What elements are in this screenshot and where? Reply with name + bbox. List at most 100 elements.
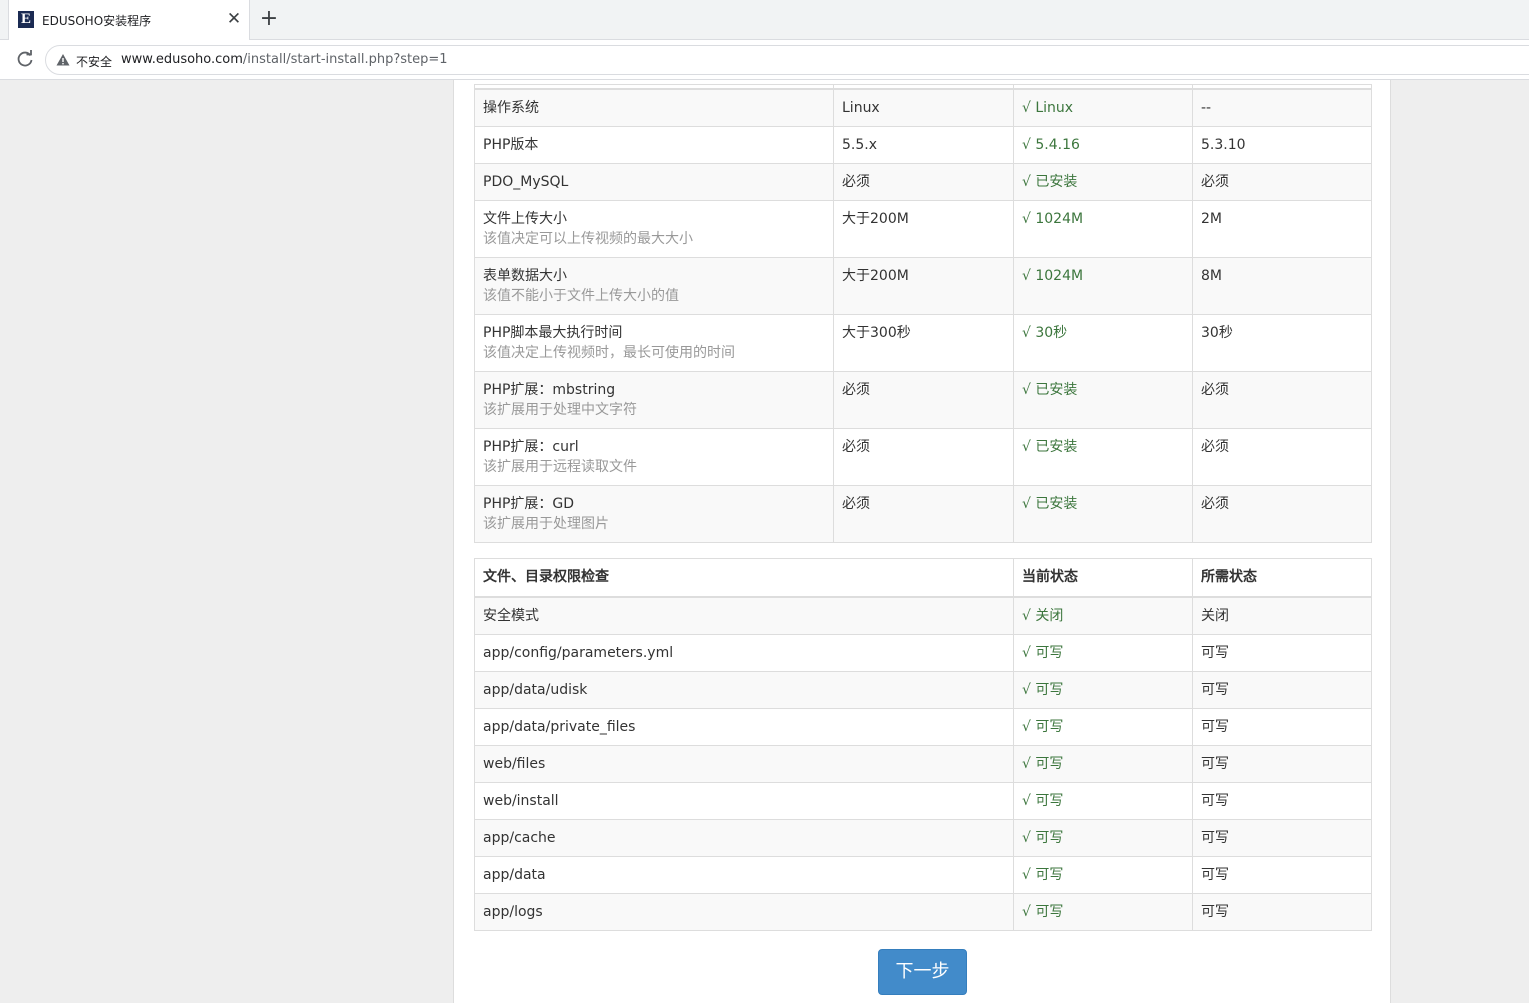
check-item-cell: 表单数据大小该值不能小于文件上传大小的值 bbox=[474, 256, 834, 315]
current-status: √ 可写 bbox=[1013, 781, 1193, 820]
check-item-name: PHP扩展：mbstring bbox=[483, 381, 616, 398]
recommended-value: 必须 bbox=[833, 484, 1014, 543]
table-row: app/config/parameters.yml √ 可写 可写 bbox=[474, 633, 1372, 672]
url-host: www.edusoho.com bbox=[121, 52, 243, 67]
required-value: 5.3.10 bbox=[1192, 125, 1372, 164]
required-status: 可写 bbox=[1192, 818, 1372, 857]
recommended-value: 大于200M bbox=[833, 199, 1014, 258]
permission-path: app/data/udisk bbox=[474, 670, 1014, 709]
required-status: 关闭 bbox=[1192, 596, 1372, 635]
warning-icon[interactable] bbox=[56, 53, 70, 67]
table-row: web/install √ 可写 可写 bbox=[474, 781, 1372, 820]
permission-path: app/config/parameters.yml bbox=[474, 633, 1014, 672]
column-header-current: 当前状态 bbox=[1013, 558, 1193, 598]
check-item-cell: PHP扩展：mbstring 该扩展用于处理中文字符 bbox=[474, 370, 834, 429]
current-status: √ 可写 bbox=[1013, 855, 1193, 894]
new-tab-icon[interactable]: + bbox=[258, 8, 280, 31]
table-row: app/data √ 可写 可写 bbox=[474, 855, 1372, 894]
required-status: 可写 bbox=[1192, 707, 1372, 746]
current-status: √ 已安装 bbox=[1013, 370, 1193, 429]
column-header-required: 所需状态 bbox=[1192, 558, 1372, 598]
browser-toolbar: 不安全 www.edusoho.com/install/start-instal… bbox=[0, 40, 1529, 80]
required-value: 必须 bbox=[1192, 162, 1372, 201]
permission-check-table: 文件、目录权限检查 当前状态 所需状态 安全模式 √ 关闭 关闭 app/config… bbox=[474, 558, 1372, 931]
current-status: √ 可写 bbox=[1013, 633, 1193, 672]
check-item-name: PHP脚本最大执行时间 bbox=[483, 324, 623, 341]
permission-path: app/data bbox=[474, 855, 1014, 894]
current-status: √ 可写 bbox=[1013, 707, 1193, 746]
recommended-value: 必须 bbox=[833, 427, 1014, 486]
current-status: √ 1024M bbox=[1013, 256, 1193, 315]
table-row: web/files √ 可写 可写 bbox=[474, 744, 1372, 783]
check-item-name: 操作系统 bbox=[483, 99, 539, 116]
required-value: 8M bbox=[1192, 256, 1372, 315]
table-row: app/data/private_files √ 可写 可写 bbox=[474, 707, 1372, 746]
required-status: 可写 bbox=[1192, 892, 1372, 931]
required-value: -- bbox=[1192, 88, 1372, 127]
recommended-value: 大于200M bbox=[833, 256, 1014, 315]
required-value: 2M bbox=[1192, 199, 1372, 258]
required-status: 可写 bbox=[1192, 744, 1372, 783]
url-text[interactable]: www.edusoho.com/install/start-install.ph… bbox=[121, 52, 448, 67]
table-row: 安全模式 √ 关闭 关闭 bbox=[474, 596, 1372, 635]
check-item-cell: PHP版本 bbox=[474, 125, 834, 164]
permission-path: web/install bbox=[474, 781, 1014, 820]
check-item-cell: 操作系统 bbox=[474, 88, 834, 127]
table-row: 文件上传大小 该值决定可以上传视频的最大大小 大于200M √ 1024M 2M bbox=[474, 199, 1372, 258]
required-value: 必须 bbox=[1192, 484, 1372, 543]
browser-tab[interactable]: E EDUSOHO安装程序 ✕ bbox=[8, 0, 250, 40]
table-row: PHP脚本最大执行时间该值决定上传视频时，最长可使用的时间 大于300秒 √ 30秒… bbox=[474, 313, 1372, 372]
check-item-name: 文件上传大小 bbox=[483, 210, 567, 227]
next-step-button[interactable]: 下一步 bbox=[878, 949, 967, 995]
reload-icon[interactable] bbox=[14, 48, 36, 70]
recommended-value: 5.5.x bbox=[833, 125, 1014, 164]
url-path: /install/start-install.php?step=1 bbox=[242, 52, 448, 67]
table-row: PDO_MySQL 必须 √ 已安装 必须 bbox=[474, 162, 1372, 201]
table-row: 表单数据大小 该值不能小于文件上传大小的值 大于200M √ 1024M 8M bbox=[474, 256, 1372, 315]
table-row: app/data/udisk √ 可写 可写 bbox=[474, 670, 1372, 709]
address-bar[interactable]: 不安全 www.edusoho.com/install/start-instal… bbox=[45, 45, 1529, 75]
check-item-name: PDO_MySQL bbox=[483, 173, 569, 190]
permission-path: app/cache bbox=[474, 818, 1014, 857]
current-status: √ 5.4.16 bbox=[1013, 125, 1193, 164]
current-status: √ 30秒 bbox=[1013, 313, 1193, 372]
current-status: √ Linux bbox=[1013, 88, 1193, 127]
permission-path: 安全模式 bbox=[474, 596, 1014, 635]
column-header-item: 文件、目录权限检查 bbox=[474, 558, 1014, 598]
recommended-value: Linux bbox=[833, 88, 1014, 127]
check-item-hint: 该值不能小于文件上传大小的值 bbox=[483, 287, 679, 304]
recommended-value: 必须 bbox=[833, 162, 1014, 201]
current-status: √ 已安装 bbox=[1013, 162, 1193, 201]
table-header-row: 文件、目录权限检查 当前状态 所需状态 bbox=[474, 558, 1372, 598]
required-value: 必须 bbox=[1192, 370, 1372, 429]
check-item-hint: 该扩展用于处理中文字符 bbox=[483, 401, 637, 418]
check-item-hint: 该值决定上传视频时，最长可使用的时间 bbox=[483, 344, 735, 361]
check-item-cell: PHP扩展：curl 该扩展用于远程读取文件 bbox=[474, 427, 834, 486]
check-item-name: PHP版本 bbox=[483, 136, 539, 153]
security-label[interactable]: 不安全 bbox=[76, 53, 112, 70]
current-status: √ 可写 bbox=[1013, 892, 1193, 931]
recommended-value: 大于300秒 bbox=[833, 313, 1014, 372]
required-status: 可写 bbox=[1192, 781, 1372, 820]
permission-path: app/logs bbox=[474, 892, 1014, 931]
tab-title: EDUSOHO安装程序 bbox=[42, 14, 152, 28]
check-item-hint: 该扩展用于远程读取文件 bbox=[483, 458, 637, 475]
check-item-cell: PDO_MySQL bbox=[474, 162, 834, 201]
table-row: app/cache √ 可写 可写 bbox=[474, 818, 1372, 857]
environment-check-table: 操作系统 Linux √ Linux -- PHP版本 5.5.x √ 5.4.16 5.3.… bbox=[474, 84, 1372, 543]
required-value: 必须 bbox=[1192, 427, 1372, 486]
current-status: √ 已安装 bbox=[1013, 484, 1193, 543]
check-item-hint: 该扩展用于处理图片 bbox=[483, 515, 609, 532]
current-status: √ 可写 bbox=[1013, 670, 1193, 709]
check-item-hint: 该值决定可以上传视频的最大大小 bbox=[483, 230, 693, 247]
install-container: 操作系统 Linux √ Linux -- PHP版本 5.5.x √ 5.4.16 5.3.… bbox=[453, 80, 1391, 1003]
current-status: √ 1024M bbox=[1013, 199, 1193, 258]
current-status: √ 可写 bbox=[1013, 744, 1193, 783]
close-tab-icon[interactable]: ✕ bbox=[225, 10, 243, 28]
current-status: √ 关闭 bbox=[1013, 596, 1193, 635]
check-item-name: 表单数据大小 bbox=[483, 267, 567, 284]
check-item-cell: 文件上传大小该值决定可以上传视频的最大大小 bbox=[474, 199, 834, 258]
current-status: √ 可写 bbox=[1013, 818, 1193, 857]
permission-path: web/files bbox=[474, 744, 1014, 783]
check-item-cell: PHP扩展：GD 该扩展用于处理图片 bbox=[474, 484, 834, 543]
